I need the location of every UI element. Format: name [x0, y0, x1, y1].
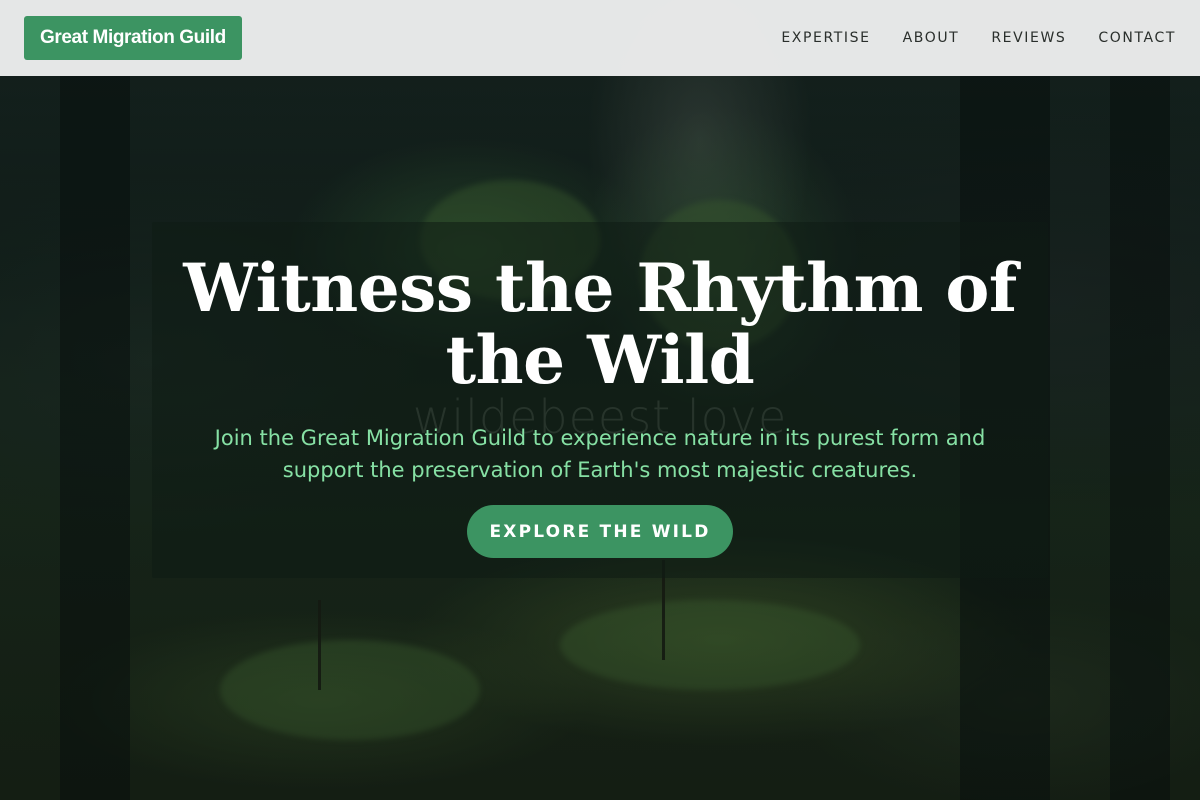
- nav-link-about[interactable]: ABOUT: [903, 24, 960, 52]
- hero-card: wildebeest love Witness the Rhythm of th…: [152, 222, 1048, 578]
- explore-the-wild-button[interactable]: EXPLORE THE WILD: [467, 505, 733, 558]
- nav-link-contact[interactable]: CONTACT: [1098, 24, 1176, 52]
- nav-link-reviews[interactable]: REVIEWS: [991, 24, 1066, 52]
- site-header: Great Migration Guild EXPERTISE ABOUT RE…: [0, 0, 1200, 76]
- hero-title: Witness the Rhythm of the Wild: [183, 249, 1017, 399]
- main-nav: EXPERTISE ABOUT REVIEWS CONTACT: [781, 0, 1176, 76]
- hero-subtitle: Join the Great Migration Guild to experi…: [214, 426, 986, 482]
- nav-link-expertise[interactable]: EXPERTISE: [781, 24, 870, 52]
- brand-logo-button[interactable]: Great Migration Guild: [24, 16, 242, 60]
